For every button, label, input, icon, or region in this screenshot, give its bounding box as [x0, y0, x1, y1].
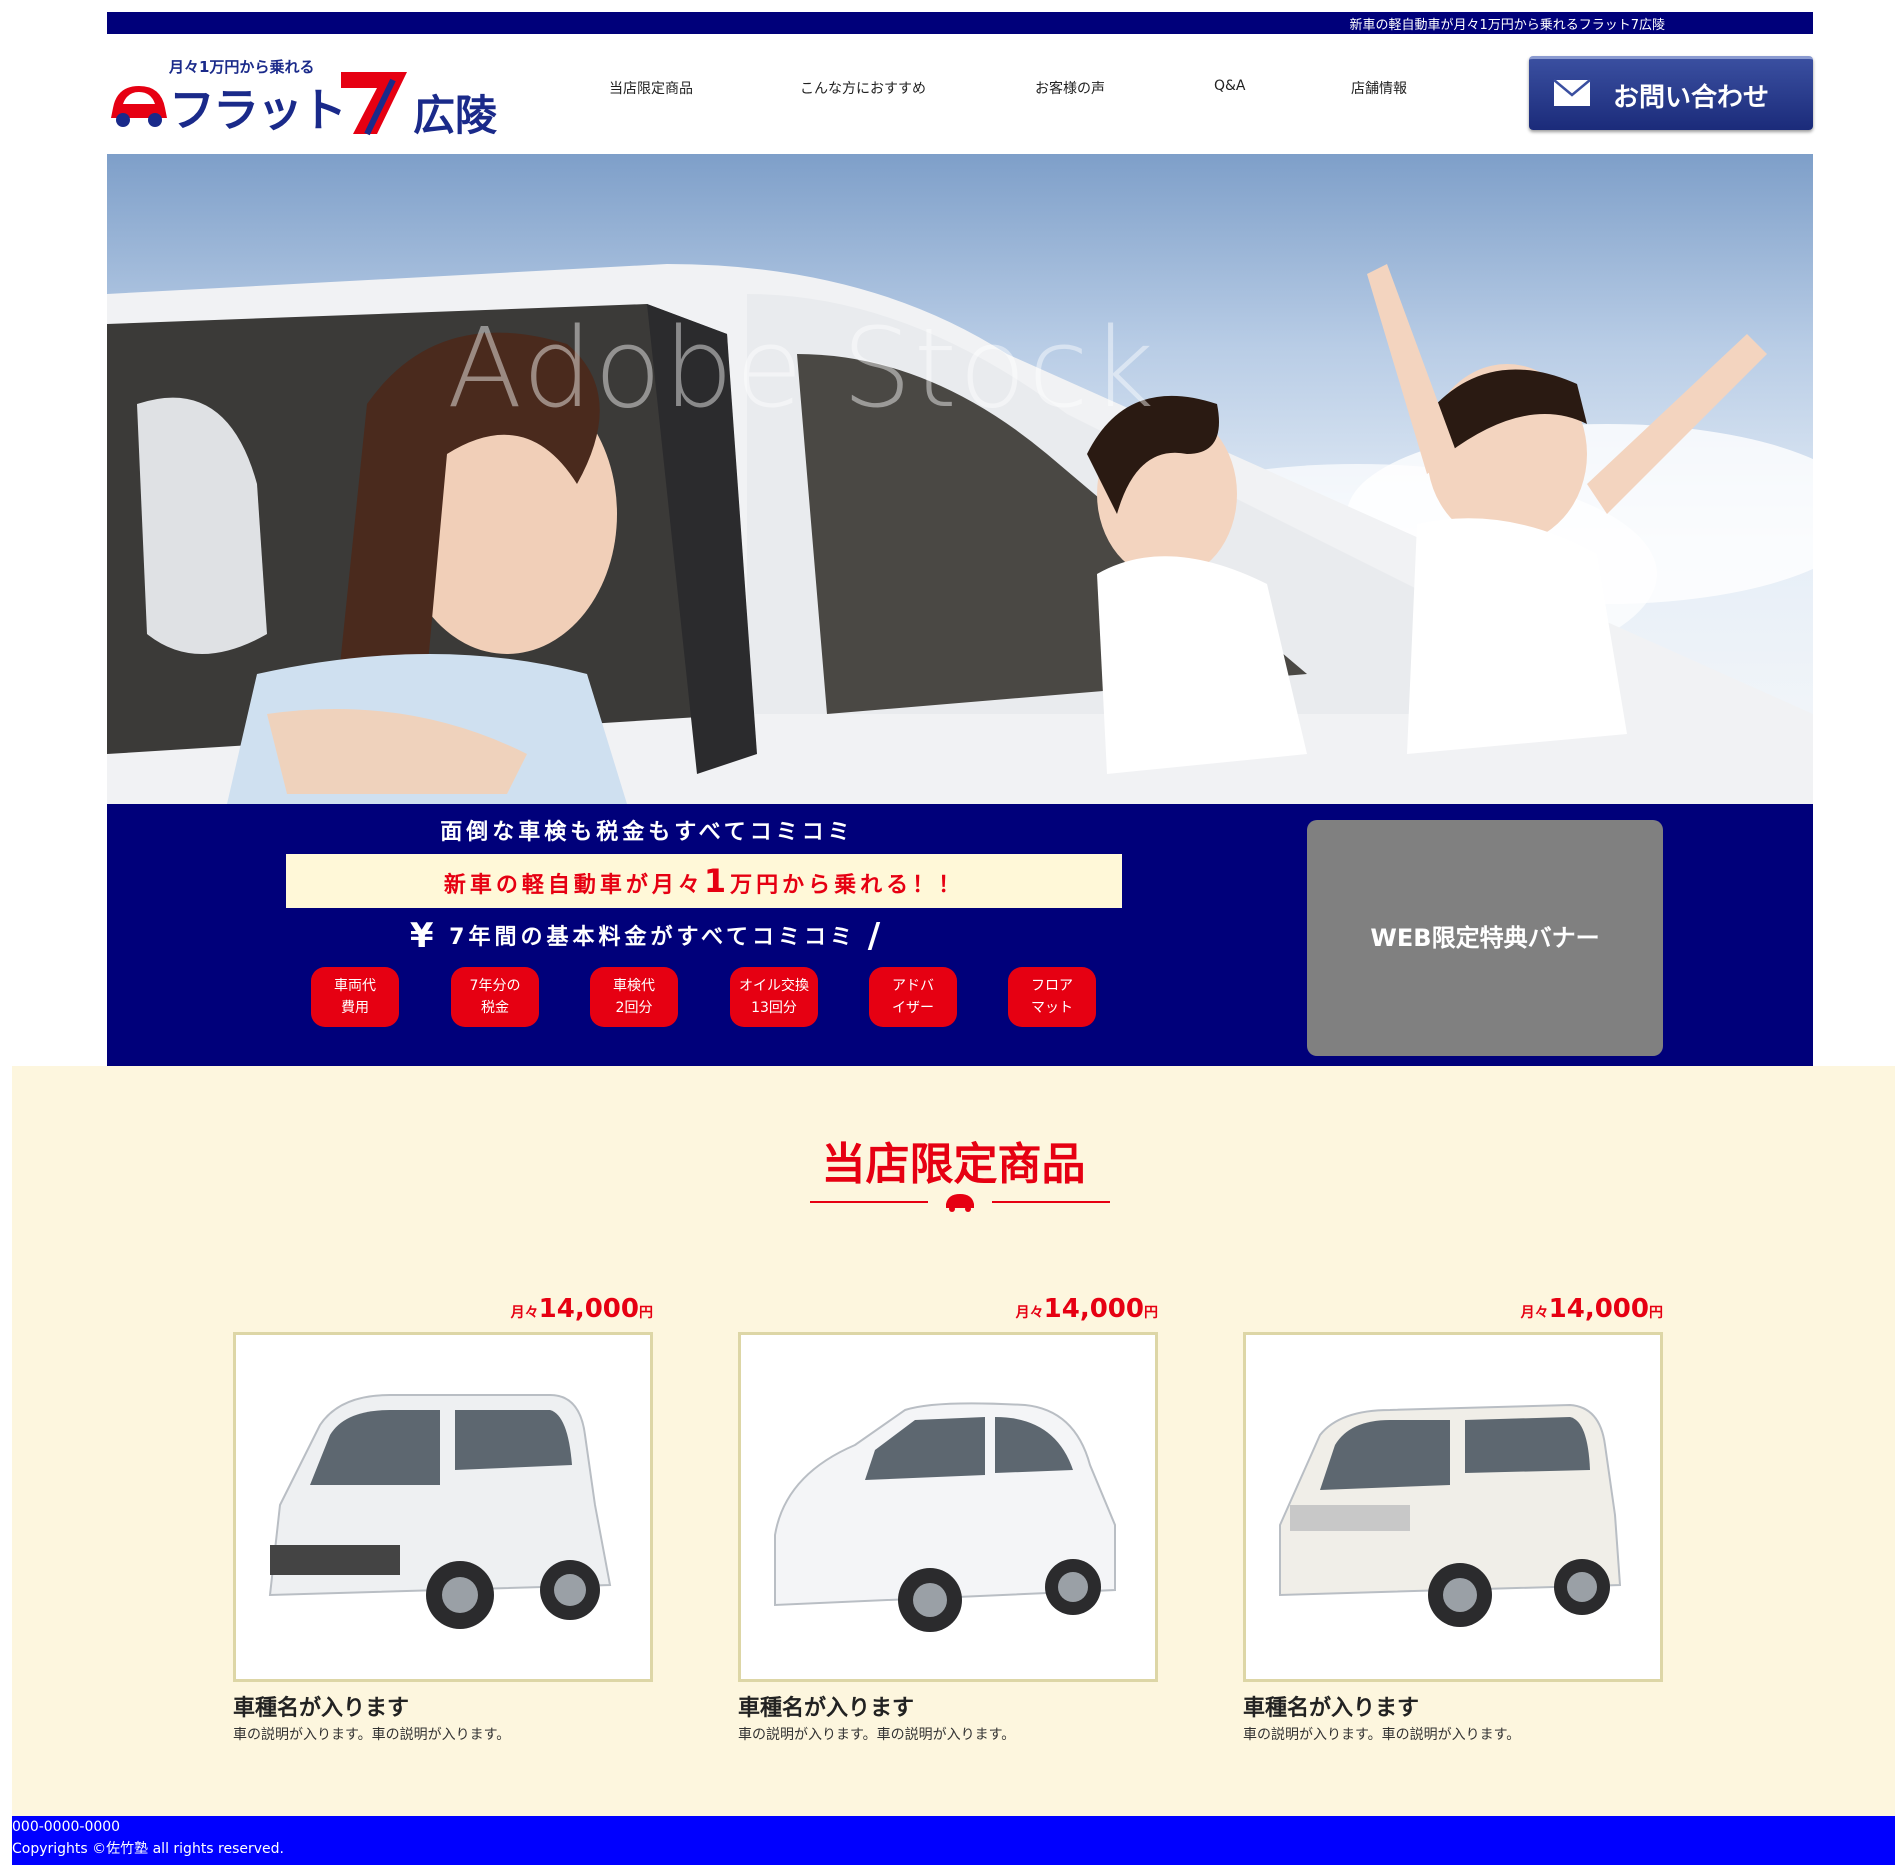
badge-tax: 7年分の 税金	[451, 967, 539, 1027]
yen-icon: ¥	[409, 916, 438, 956]
product-description: 車の説明が入ります。車の説明が入ります。	[1243, 1727, 1521, 1743]
hero-photo	[107, 264, 1813, 804]
seven-logo-icon	[341, 72, 407, 136]
product-name: 車種名が入ります	[738, 1696, 915, 1721]
badge-mat: フロア マット	[1008, 967, 1096, 1027]
site-logo[interactable]: 月々1万円から乗れる フラット 広陵	[107, 56, 517, 140]
nav-item-limited[interactable]: 当店限定商品	[609, 78, 693, 98]
limited-products-section: 当店限定商品 月々14,000円 車種名が入ります 車の説明が入ります。車の説明…	[12, 1066, 1895, 1816]
included-items: 車両代 費用 7年分の 税金 車検代 2回分 オイル交換 13回分 アドバ イザー フロア…	[311, 967, 1211, 1029]
product-image-frame	[738, 1332, 1158, 1682]
nav-item-recommend[interactable]: こんな方におすすめ	[800, 78, 926, 98]
contact-button-label: お問い合わせ	[1613, 83, 1770, 113]
product-price: 月々14,000円	[510, 1294, 653, 1324]
section-title: 当店限定商品	[821, 1139, 1086, 1190]
site-header: 月々1万円から乗れる フラット 広陵 当店限定商品 こんな方におすすめ お客様の…	[107, 34, 1813, 154]
nav-item-shop[interactable]: 店舗情報	[1351, 78, 1407, 98]
band-line-3-slash: /	[867, 916, 885, 956]
logo-brand: フラット	[169, 83, 347, 137]
top-bar-text: 新車の軽自動車が月々1万円から乗れるフラット7広陵	[1349, 18, 1665, 33]
band-line-2-post: 万円から乗れる！！	[730, 873, 965, 898]
band-line-3-text: 7年間の基本料金がすべてコミコミ	[449, 925, 857, 950]
band-line-2-pre: 新車の軽自動車が月々	[443, 873, 704, 898]
band-line-2: 新車の軽自動車が月々1万円から乗れる！！	[286, 854, 1122, 908]
product-description: 車の説明が入ります。車の説明が入ります。	[738, 1727, 1016, 1743]
car-divider-icon	[810, 1194, 1110, 1212]
product-image-frame	[1243, 1332, 1663, 1682]
contact-button[interactable]: お問い合わせ	[1529, 56, 1813, 130]
nav-item-voices[interactable]: お客様の声	[1035, 78, 1105, 98]
car-image	[268, 1394, 612, 1629]
car-image	[1279, 1403, 1622, 1627]
plan-band: 面倒な車検も税金もすべてコミコミ 新車の軽自動車が月々1万円から乗れる！！ ¥ …	[107, 804, 1813, 1066]
badge-advisor: アドバ イザー	[869, 967, 957, 1027]
web-limited-banner[interactable]: WEB限定特典バナー	[1307, 820, 1663, 1056]
global-nav: 当店限定商品 こんな方におすすめ お客様の声 Q&A 店舗情報	[547, 78, 1407, 102]
product-image-frame	[233, 1332, 653, 1682]
nav-item-qa[interactable]: Q&A	[1214, 78, 1246, 94]
site-footer: 000-0000-0000 Copyrights ©佐竹塾 all rights…	[12, 1816, 1895, 1865]
product-name: 車種名が入ります	[233, 1696, 410, 1721]
hero-watermark: Adobe Stock	[447, 304, 1157, 432]
band-line-3: ¥ 7年間の基本料金がすべてコミコミ /	[307, 916, 987, 956]
mail-icon	[1553, 79, 1591, 106]
band-line-2-num: 1	[703, 862, 731, 900]
badge-oil: オイル交換 13回分	[730, 967, 818, 1027]
top-bar: 新車の軽自動車が月々1万円から乗れるフラット7広陵	[107, 12, 1813, 34]
badge-vehicle: 車両代 費用	[311, 967, 399, 1027]
product-name: 車種名が入ります	[1243, 1696, 1420, 1721]
footer-phone: 000-0000-0000	[12, 1819, 121, 1835]
hero-image: Adobe Stock	[107, 154, 1813, 804]
logo-city: 広陵	[413, 91, 498, 140]
product-description: 車の説明が入ります。車の説明が入ります。	[233, 1727, 511, 1743]
footer-copyright: Copyrights ©佐竹塾 all rights reserved.	[12, 1841, 285, 1857]
badge-inspection: 車検代 2回分	[590, 967, 678, 1027]
band-line-1: 面倒な車検も税金もすべてコミコミ	[440, 820, 854, 845]
car-image	[774, 1402, 1116, 1632]
product-price: 月々14,000円	[1015, 1294, 1158, 1324]
car-logo-icon	[111, 86, 167, 127]
product-price: 月々14,000円	[1520, 1294, 1663, 1324]
